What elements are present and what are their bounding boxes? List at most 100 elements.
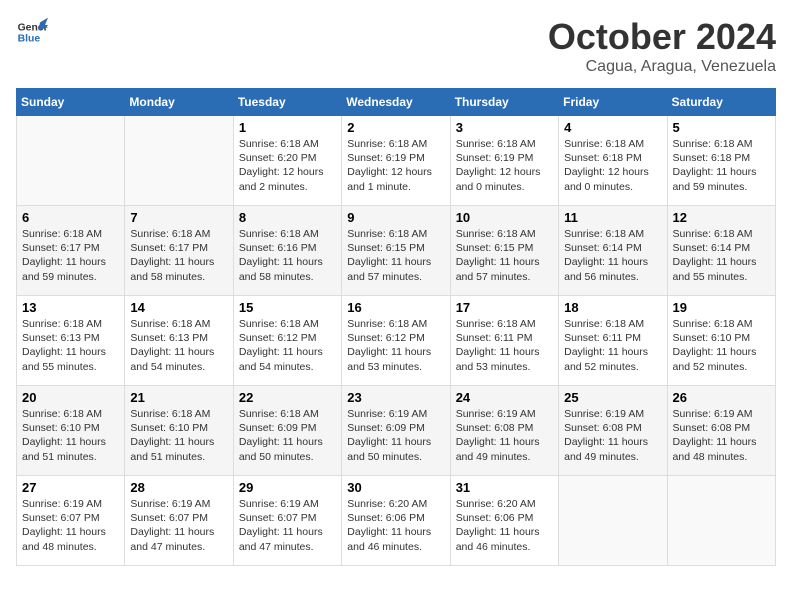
calendar-cell: 6 Sunrise: 6:18 AM Sunset: 6:17 PM Dayli… [17,206,125,296]
daylight-text: Daylight: 11 hours and 55 minutes. [673,256,757,282]
daylight-text: Daylight: 11 hours and 46 minutes. [347,526,431,552]
daylight-text: Daylight: 11 hours and 52 minutes. [564,346,648,372]
calendar-cell: 14 Sunrise: 6:18 AM Sunset: 6:13 PM Dayl… [125,296,233,386]
daylight-text: Daylight: 11 hours and 58 minutes. [130,256,214,282]
day-number: 6 [22,210,119,225]
daylight-text: Daylight: 11 hours and 51 minutes. [130,436,214,462]
calendar-cell: 21 Sunrise: 6:18 AM Sunset: 6:10 PM Dayl… [125,386,233,476]
calendar-cell: 5 Sunrise: 6:18 AM Sunset: 6:18 PM Dayli… [667,116,775,206]
calendar-header-row: Sunday Monday Tuesday Wednesday Thursday… [17,89,776,116]
sunset-text: Sunset: 6:12 PM [347,332,425,344]
sunrise-text: Sunrise: 6:18 AM [130,408,210,420]
sunrise-text: Sunrise: 6:18 AM [673,228,753,240]
day-number: 21 [130,390,227,405]
day-number: 7 [130,210,227,225]
sunrise-text: Sunrise: 6:18 AM [239,228,319,240]
day-number: 29 [239,480,336,495]
daylight-text: Daylight: 12 hours and 0 minutes. [456,166,541,192]
daylight-text: Daylight: 11 hours and 48 minutes. [673,436,757,462]
calendar-cell: 17 Sunrise: 6:18 AM Sunset: 6:11 PM Dayl… [450,296,558,386]
day-number: 18 [564,300,661,315]
sunrise-text: Sunrise: 6:18 AM [456,318,536,330]
sunset-text: Sunset: 6:09 PM [239,422,317,434]
calendar-cell: 18 Sunrise: 6:18 AM Sunset: 6:11 PM Dayl… [559,296,667,386]
sunset-text: Sunset: 6:07 PM [130,512,208,524]
title-block: October 2024 Cagua, Aragua, Venezuela [548,16,776,76]
day-number: 9 [347,210,444,225]
calendar-cell: 10 Sunrise: 6:18 AM Sunset: 6:15 PM Dayl… [450,206,558,296]
calendar-week-row: 13 Sunrise: 6:18 AM Sunset: 6:13 PM Dayl… [17,296,776,386]
header-thursday: Thursday [450,89,558,116]
day-number: 20 [22,390,119,405]
calendar-cell: 22 Sunrise: 6:18 AM Sunset: 6:09 PM Dayl… [233,386,341,476]
day-number: 27 [22,480,119,495]
calendar-cell: 31 Sunrise: 6:20 AM Sunset: 6:06 PM Dayl… [450,476,558,566]
day-number: 19 [673,300,770,315]
sunrise-text: Sunrise: 6:18 AM [673,138,753,150]
daylight-text: Daylight: 12 hours and 2 minutes. [239,166,324,192]
header-monday: Monday [125,89,233,116]
sunset-text: Sunset: 6:13 PM [130,332,208,344]
sunrise-text: Sunrise: 6:18 AM [130,228,210,240]
title-location: Cagua, Aragua, Venezuela [548,58,776,76]
sunset-text: Sunset: 6:09 PM [347,422,425,434]
sunset-text: Sunset: 6:07 PM [239,512,317,524]
page-header: General Blue October 2024 Cagua, Aragua,… [16,16,776,76]
daylight-text: Daylight: 11 hours and 57 minutes. [456,256,540,282]
calendar-cell: 4 Sunrise: 6:18 AM Sunset: 6:18 PM Dayli… [559,116,667,206]
sunrise-text: Sunrise: 6:20 AM [456,498,536,510]
sunset-text: Sunset: 6:17 PM [130,242,208,254]
day-number: 2 [347,120,444,135]
daylight-text: Daylight: 11 hours and 46 minutes. [456,526,540,552]
sunset-text: Sunset: 6:18 PM [673,152,751,164]
day-number: 30 [347,480,444,495]
day-number: 8 [239,210,336,225]
daylight-text: Daylight: 11 hours and 51 minutes. [22,436,106,462]
calendar-cell: 27 Sunrise: 6:19 AM Sunset: 6:07 PM Dayl… [17,476,125,566]
sunset-text: Sunset: 6:16 PM [239,242,317,254]
title-month: October 2024 [548,16,776,58]
daylight-text: Daylight: 12 hours and 0 minutes. [564,166,649,192]
calendar-cell: 11 Sunrise: 6:18 AM Sunset: 6:14 PM Dayl… [559,206,667,296]
sunrise-text: Sunrise: 6:18 AM [22,228,102,240]
sunrise-text: Sunrise: 6:19 AM [564,408,644,420]
calendar-cell: 12 Sunrise: 6:18 AM Sunset: 6:14 PM Dayl… [667,206,775,296]
day-number: 31 [456,480,553,495]
sunrise-text: Sunrise: 6:19 AM [130,498,210,510]
calendar-cell: 26 Sunrise: 6:19 AM Sunset: 6:08 PM Dayl… [667,386,775,476]
sunset-text: Sunset: 6:14 PM [564,242,642,254]
day-number: 24 [456,390,553,405]
sunrise-text: Sunrise: 6:18 AM [673,318,753,330]
sunset-text: Sunset: 6:10 PM [673,332,751,344]
calendar-cell: 23 Sunrise: 6:19 AM Sunset: 6:09 PM Dayl… [342,386,450,476]
day-number: 12 [673,210,770,225]
daylight-text: Daylight: 11 hours and 56 minutes. [564,256,648,282]
calendar-week-row: 6 Sunrise: 6:18 AM Sunset: 6:17 PM Dayli… [17,206,776,296]
header-wednesday: Wednesday [342,89,450,116]
daylight-text: Daylight: 11 hours and 58 minutes. [239,256,323,282]
calendar-cell [17,116,125,206]
sunrise-text: Sunrise: 6:19 AM [347,408,427,420]
day-number: 3 [456,120,553,135]
sunset-text: Sunset: 6:15 PM [456,242,534,254]
daylight-text: Daylight: 11 hours and 54 minutes. [130,346,214,372]
sunrise-text: Sunrise: 6:18 AM [239,408,319,420]
sunrise-text: Sunrise: 6:18 AM [22,318,102,330]
sunrise-text: Sunrise: 6:18 AM [564,318,644,330]
sunset-text: Sunset: 6:14 PM [673,242,751,254]
sunrise-text: Sunrise: 6:18 AM [347,228,427,240]
sunset-text: Sunset: 6:15 PM [347,242,425,254]
daylight-text: Daylight: 11 hours and 57 minutes. [347,256,431,282]
header-friday: Friday [559,89,667,116]
calendar-cell: 2 Sunrise: 6:18 AM Sunset: 6:19 PM Dayli… [342,116,450,206]
calendar-cell: 24 Sunrise: 6:19 AM Sunset: 6:08 PM Dayl… [450,386,558,476]
calendar-cell: 7 Sunrise: 6:18 AM Sunset: 6:17 PM Dayli… [125,206,233,296]
sunset-text: Sunset: 6:08 PM [564,422,642,434]
sunrise-text: Sunrise: 6:18 AM [456,228,536,240]
calendar-cell: 28 Sunrise: 6:19 AM Sunset: 6:07 PM Dayl… [125,476,233,566]
sunset-text: Sunset: 6:20 PM [239,152,317,164]
day-number: 17 [456,300,553,315]
sunset-text: Sunset: 6:18 PM [564,152,642,164]
svg-text:Blue: Blue [18,34,41,45]
sunset-text: Sunset: 6:06 PM [347,512,425,524]
